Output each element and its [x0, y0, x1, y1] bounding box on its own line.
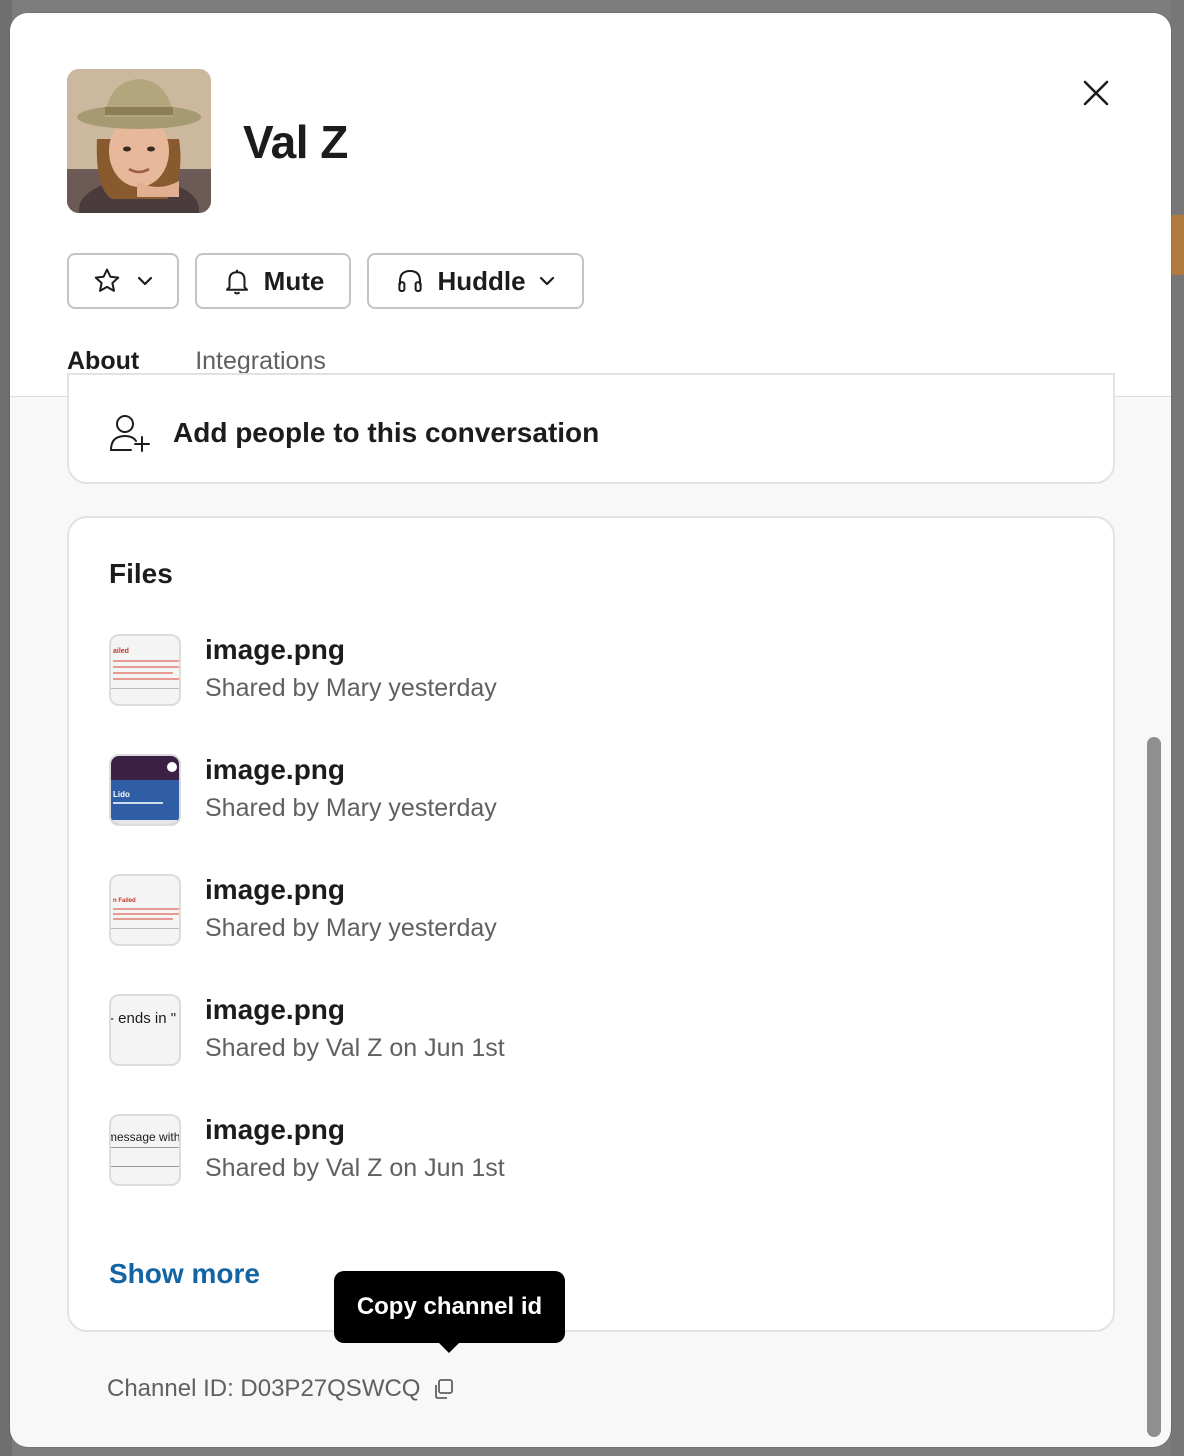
avatar-image: [67, 69, 211, 213]
add-people-card: Add people to this conversation: [67, 373, 1115, 484]
chevron-down-icon: [137, 276, 153, 286]
backdrop-accent: [1170, 215, 1184, 275]
thumb-text: message with: [109, 1130, 181, 1144]
file-thumbnail: - ends in ": [109, 994, 181, 1066]
add-people-label: Add people to this conversation: [173, 417, 600, 448]
file-thumbnail: message with: [109, 1114, 181, 1186]
file-item[interactable]: message with image.png Shared by Val Z o…: [109, 1114, 505, 1234]
thumb-text: ailed: [113, 648, 129, 655]
file-name: image.png: [205, 634, 346, 665]
show-more-link[interactable]: Show more: [109, 1258, 260, 1290]
star-button[interactable]: [67, 253, 179, 309]
file-meta: Shared by Mary yesterday: [205, 794, 497, 822]
file-thumbnail: ailed: [109, 634, 181, 706]
copy-channel-id-tooltip: Copy channel id: [334, 1271, 565, 1353]
modal-header: Val Z Mute Huddle About Integrations: [10, 13, 1171, 398]
profile-name: Val Z: [243, 116, 348, 168]
thumb-text: - ends in ": [109, 1010, 177, 1027]
close-button[interactable]: [1072, 69, 1120, 117]
add-person-icon: [110, 415, 150, 452]
file-meta: Shared by Mary yesterday: [205, 674, 497, 702]
chevron-down-icon: [539, 276, 554, 286]
channel-id-row: Channel ID: D03P27QSWCQ: [107, 1375, 454, 1403]
scrollbar[interactable]: [1147, 737, 1161, 1437]
mute-button[interactable]: Mute: [195, 253, 351, 309]
file-meta: Shared by Val Z on Jun 1st: [205, 1154, 505, 1182]
file-item[interactable]: n Failed image.png Shared by Mary yester…: [109, 874, 505, 994]
huddle-button[interactable]: Huddle: [367, 253, 584, 309]
headphones-icon: [398, 269, 423, 292]
file-item[interactable]: - ends in " image.png Shared by Val Z on…: [109, 994, 505, 1114]
file-meta: Shared by Val Z on Jun 1st: [205, 1034, 505, 1062]
file-list: ailed image.png Shared by Mary yesterday…: [109, 634, 505, 1234]
thumb-text: n Failed: [113, 898, 136, 904]
channel-id-text: Channel ID: D03P27QSWCQ: [107, 1375, 421, 1402]
file-meta: Shared by Mary yesterday: [205, 914, 497, 942]
huddle-label: Huddle: [437, 265, 526, 296]
copy-icon: [435, 1379, 454, 1399]
star-icon: [94, 268, 120, 292]
file-thumbnail: n Failed: [109, 874, 181, 946]
avatar: [67, 69, 211, 213]
add-people-button[interactable]: Add people to this conversation: [109, 413, 599, 453]
file-item[interactable]: Lido image.png Shared by Mary yesterday: [109, 754, 505, 874]
file-name: image.png: [205, 1114, 346, 1145]
files-card: Files ailed image.png Shared by Mary yes…: [67, 516, 1115, 1332]
file-name: image.png: [205, 874, 346, 905]
bell-icon: [225, 269, 248, 295]
mute-label: Mute: [263, 265, 325, 296]
copy-channel-id-button[interactable]: [432, 1378, 454, 1400]
profile-modal: Val Z Mute Huddle About Integrations Add…: [10, 13, 1171, 1447]
file-name: image.png: [205, 754, 346, 785]
action-buttons: Mute Huddle: [67, 253, 584, 309]
thumb-text: Lido: [113, 790, 130, 799]
file-item[interactable]: ailed image.png Shared by Mary yesterday: [109, 634, 505, 754]
file-name: image.png: [205, 994, 346, 1025]
files-heading: Files: [109, 558, 173, 589]
file-thumbnail: Lido: [109, 754, 181, 826]
close-icon: [1083, 80, 1109, 106]
